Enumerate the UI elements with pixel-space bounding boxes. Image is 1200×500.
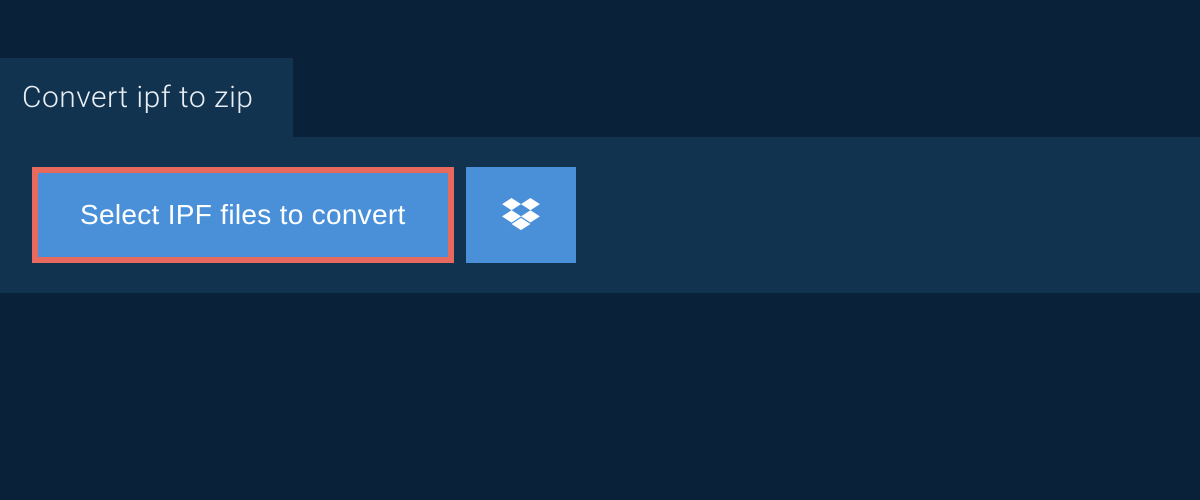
upload-panel: Select IPF files to convert [0, 137, 1200, 293]
page-title: Convert ipf to zip [22, 80, 253, 115]
dropbox-button[interactable] [466, 167, 576, 263]
select-button-highlight: Select IPF files to convert [32, 167, 454, 263]
button-row: Select IPF files to convert [32, 167, 1170, 263]
tab-header: Convert ipf to zip [0, 58, 293, 137]
select-files-button[interactable]: Select IPF files to convert [38, 173, 448, 257]
dropbox-icon [502, 198, 540, 232]
